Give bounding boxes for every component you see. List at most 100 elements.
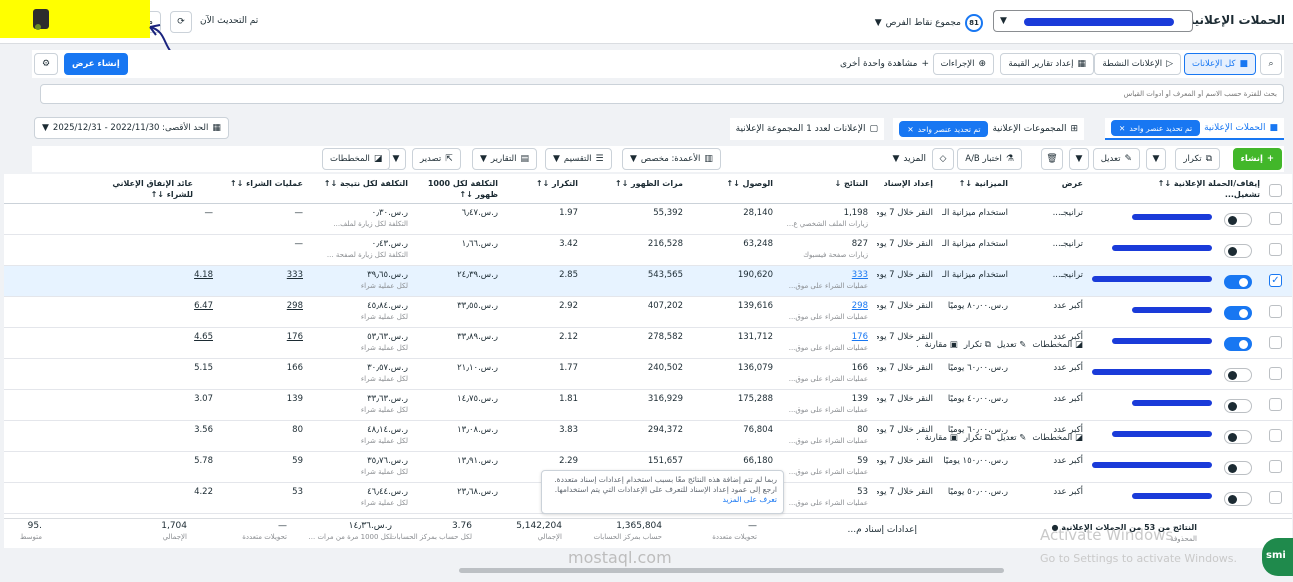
export-button[interactable]: ⇱ تصدير (412, 148, 461, 170)
campaigns-selected-chip[interactable]: تم تحديد عنصر واحد ✕ (1111, 120, 1201, 136)
search-field[interactable] (40, 84, 1284, 104)
edit-button[interactable]: ✎ تعديل (1092, 148, 1140, 170)
results-cell-sub: عمليات الشراء على موق... (788, 406, 868, 414)
results-cell: 80 عمليات الشراء على موق... (782, 421, 872, 451)
purchases-cell-value[interactable]: 176 (287, 332, 303, 342)
row-checkbox[interactable] (1269, 305, 1282, 318)
results-cell-value[interactable]: 176 (852, 332, 868, 342)
delete-button[interactable]: 🗑 (1041, 148, 1063, 170)
table-row[interactable]: ◪ المخططات✎ تعديل⧉ تكرار▣ مقارنة...أكبر … (4, 421, 1292, 452)
results-cell-value[interactable]: 298 (852, 301, 868, 311)
table-row[interactable]: أكبر عدد ر.س.٦٠٫٠٠ يوميًا النقر خلال 7 يوم… (4, 359, 1292, 390)
account-selector[interactable]: ▼ (993, 10, 1193, 32)
charts-button[interactable]: ◪ المخططات (322, 148, 391, 170)
results-cell-value[interactable]: 53 (857, 487, 868, 497)
results-cell-value[interactable]: 1,198 (844, 208, 868, 218)
purchases-cell-value[interactable]: 59 (292, 456, 303, 466)
search-button[interactable]: ⌕ (1260, 53, 1282, 75)
settings-button[interactable]: ⚙ (34, 53, 58, 75)
table-row[interactable]: ترانيجـ... استخدام ميزانية الـ... النقر خل… (4, 204, 1292, 235)
purchases-cell-value[interactable]: 80 (292, 425, 303, 435)
table-row[interactable]: ترانيجـ... استخدام ميزانية الـ... النقر خل… (4, 235, 1292, 266)
more-menu[interactable]: المزيد ▼ (892, 154, 926, 164)
row-checkbox[interactable] (1269, 336, 1282, 349)
row-checkbox[interactable] (1269, 243, 1282, 256)
results-cell-value[interactable]: 333 (852, 270, 868, 280)
duplicate-menu-button[interactable]: ▼ (1146, 148, 1166, 170)
opportunity-score[interactable]: 81 مجموع نقاط الفرص ▼ (875, 14, 983, 32)
tab-actions[interactable]: ⊕ الإجراءات (932, 53, 994, 75)
results-cell-value[interactable]: 827 (852, 239, 868, 249)
duplicate-button[interactable]: ⧉ تكرار (1175, 148, 1220, 170)
purchases-cell-value[interactable]: 53 (292, 487, 303, 497)
purchases-cell-value[interactable]: — (295, 208, 304, 218)
row-checkbox[interactable] (1269, 367, 1282, 380)
row-checkbox[interactable] (1269, 398, 1282, 411)
create-button[interactable]: + إنشاء (1232, 148, 1282, 170)
create-view-button[interactable]: إنشاء عرض (64, 53, 128, 75)
tab-value-reports[interactable]: ▦ إعداد تقارير القيمة (1000, 53, 1094, 75)
row-checkbox[interactable] (1269, 491, 1282, 504)
search-input[interactable] (41, 85, 1283, 103)
status-toggle[interactable] (1224, 461, 1252, 475)
row-checkbox[interactable] (1269, 212, 1282, 225)
status-toggle[interactable] (1224, 244, 1252, 258)
tab-active-ads[interactable]: ▷ الإعلانات النشطة (1094, 53, 1181, 75)
more-views-link[interactable]: + مشاهدة واحدة أخرى (840, 59, 929, 69)
ab-test-button[interactable]: ⚗ اختبار A/B (957, 148, 1022, 170)
campaign-name-cell[interactable] (1072, 266, 1217, 296)
breakdown-button[interactable]: ☰ التقسيم ▼ (545, 148, 612, 170)
campaign-name-cell[interactable] (1072, 452, 1217, 482)
row-checkbox[interactable] (1269, 460, 1282, 473)
campaign-name-cell[interactable] (1072, 421, 1217, 451)
tooltip-text: ربما لم تتم إضافة هذه النتائج معًا بسبب … (554, 475, 777, 494)
date-range-picker[interactable]: ▦ الحد الأقصى: 2022/11/30 - 2025/12/31 ▼ (34, 117, 229, 139)
select-all-checkbox[interactable] (1269, 184, 1282, 197)
campaign-name-cell[interactable] (1072, 483, 1217, 513)
purchases-cell-value[interactable]: 139 (287, 394, 303, 404)
campaign-name-cell[interactable] (1072, 297, 1217, 327)
learn-more-link[interactable]: تعرف على المزيد (723, 495, 777, 504)
table-row[interactable]: أكبر عدد ر.س.٤٠٫٠٠ يوميًا النقر خلال 7 يوم… (4, 390, 1292, 421)
tab-adsets[interactable]: ⊞ المجموعات الإعلانية تم تحديد عنصر واحد… (893, 118, 1084, 140)
status-toggle[interactable] (1224, 337, 1252, 351)
scrollbar-thumb[interactable] (459, 568, 1004, 573)
row-checkbox[interactable] (1269, 429, 1282, 442)
campaign-name-cell[interactable] (1072, 390, 1217, 420)
status-toggle[interactable] (1224, 399, 1252, 413)
adsets-selected-chip[interactable]: تم تحديد عنصر واحد ✕ (899, 121, 989, 137)
status-toggle[interactable] (1224, 368, 1252, 382)
purchases-cell-value[interactable]: 333 (287, 270, 303, 280)
table-row[interactable]: أكبر عدد ر.س.٨٠٫٠٠ يوميًا النقر خلال 7 يوم… (4, 297, 1292, 328)
campaign-name-cell[interactable] (1072, 204, 1217, 234)
campaign-name-cell[interactable] (1072, 359, 1217, 389)
purchases-cell-value[interactable]: 166 (287, 363, 303, 373)
reports-button[interactable]: ▤ التقارير ▼ (472, 148, 538, 170)
table-row[interactable]: ◪ المخططات✎ تعديل⧉ تكرار▣ مقارنة...أكبر … (4, 328, 1292, 359)
attribution-cell: النقر خلال 7 يوم... (877, 328, 937, 358)
tab-all-ads[interactable]: ■ كل الإعلانات (1183, 53, 1256, 75)
row-checkbox[interactable]: ✓ (1269, 274, 1282, 287)
purchases-cell-value[interactable]: — (295, 239, 304, 249)
horizontal-scrollbar[interactable] (4, 566, 1292, 576)
columns-button[interactable]: ▥ الأعمدة: مخصص ▼ (622, 148, 721, 170)
results-cell-value[interactable]: 80 (857, 425, 868, 435)
results-cell-value[interactable]: 166 (852, 363, 868, 373)
status-toggle[interactable] (1224, 306, 1252, 320)
status-toggle[interactable] (1224, 213, 1252, 227)
attribution-cell-value: النقر خلال 7 يوم... (877, 332, 933, 342)
results-cell-value[interactable]: 59 (857, 456, 868, 466)
edit-menu-button[interactable]: ▼ (1069, 148, 1089, 170)
status-toggle[interactable] (1224, 430, 1252, 444)
status-toggle[interactable] (1224, 492, 1252, 506)
purchases-cell-value[interactable]: 298 (287, 301, 303, 311)
tab-ads[interactable]: ▢ الإعلانات لعدد 1 المجموعة الإعلانية (729, 118, 884, 140)
tag-button[interactable]: ◇ (932, 148, 954, 170)
table-row[interactable]: ✓ ترانيجـ... استخدام ميزانية الـ... النقر خ… (4, 266, 1292, 297)
campaign-name-cell[interactable] (1072, 235, 1217, 265)
results-cell-value[interactable]: 139 (852, 394, 868, 404)
smi-badge[interactable]: smi (1262, 538, 1293, 576)
status-toggle[interactable] (1224, 275, 1252, 289)
tab-campaigns[interactable]: ■ الحملات الإعلانية تم تحديد عنصر واحد ✕ (1105, 118, 1284, 140)
campaign-name-cell[interactable] (1072, 328, 1217, 358)
